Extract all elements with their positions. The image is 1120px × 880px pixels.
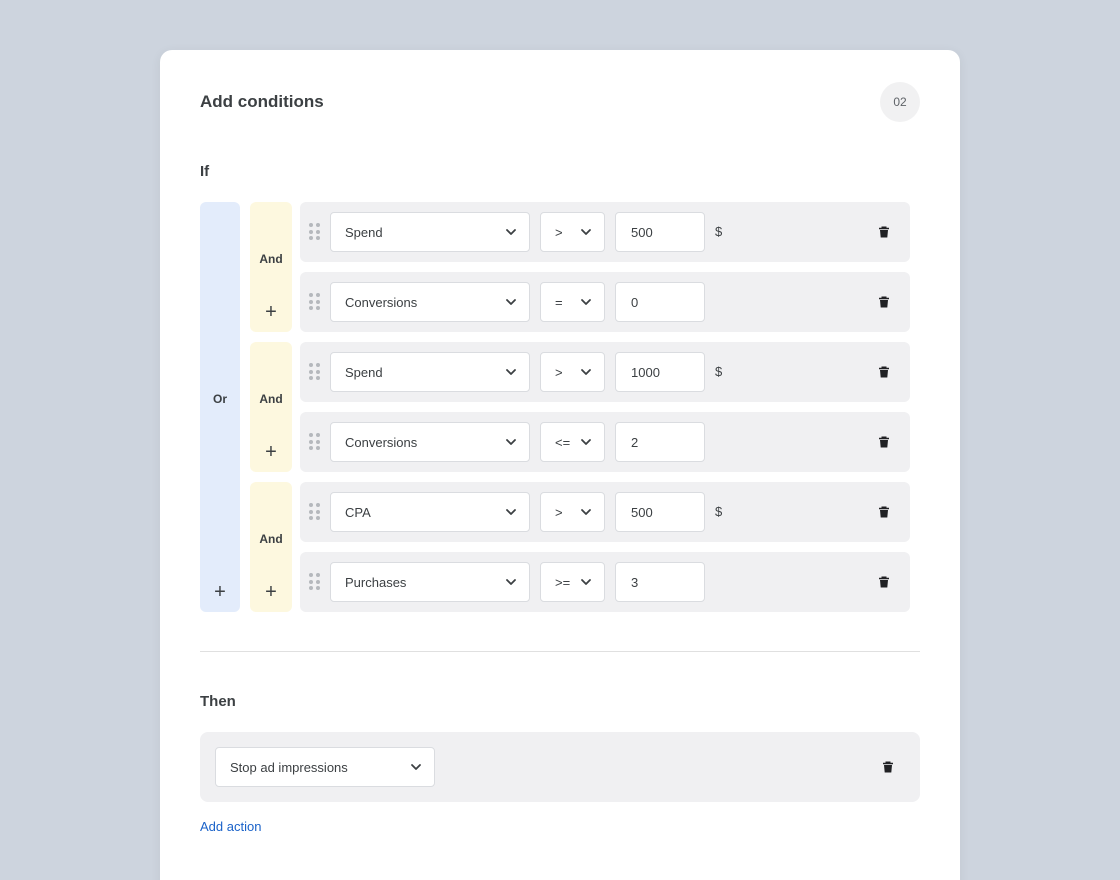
action-row: Stop ad impressions — [200, 732, 920, 802]
value-input[interactable]: 0 — [615, 282, 705, 322]
drag-handle-icon[interactable] — [309, 573, 321, 591]
value-input[interactable]: 500 — [615, 492, 705, 532]
action-select[interactable]: Stop ad impressions — [215, 747, 435, 787]
operator-select-value: >= — [555, 574, 571, 590]
chevron-down-icon — [581, 439, 591, 445]
value-input[interactable]: 1000 — [615, 352, 705, 392]
add-or-group-button[interactable]: + — [200, 582, 240, 602]
divider — [200, 651, 920, 652]
value-input-text: 1000 — [631, 364, 660, 380]
drag-handle-icon[interactable] — [309, 223, 321, 241]
metric-select-value: CPA — [345, 504, 371, 520]
condition-row: Conversions = 0 — [300, 272, 910, 332]
chevron-down-icon — [411, 764, 421, 770]
operator-select-value: > — [555, 224, 563, 240]
metric-select[interactable]: Conversions — [330, 282, 530, 322]
and-group: And + — [250, 202, 292, 332]
drag-handle-icon[interactable] — [309, 503, 321, 521]
value-input[interactable]: 2 — [615, 422, 705, 462]
conditions-card: Add conditions 02 If Or + And + Spend >500 $… — [160, 50, 960, 880]
operator-select-value: <= — [555, 434, 571, 450]
chevron-down-icon — [506, 579, 516, 585]
metric-select-value: Purchases — [345, 574, 407, 590]
unit-label: $ — [715, 224, 723, 239]
and-label: And — [259, 252, 283, 266]
unit-label: $ — [715, 504, 723, 519]
condition-row: CPA >500 $ — [300, 482, 910, 542]
metric-select[interactable]: Spend — [330, 352, 530, 392]
metric-select-value: Spend — [345, 224, 383, 240]
value-input-text: 3 — [631, 574, 639, 590]
or-label: Or — [212, 392, 227, 406]
operator-select-value: > — [555, 504, 563, 520]
and-group: And + — [250, 342, 292, 472]
or-group: Or + — [200, 202, 240, 612]
condition-row: Conversions <= 2 — [300, 412, 910, 472]
metric-select[interactable]: CPA — [330, 492, 530, 532]
drag-handle-icon[interactable] — [309, 363, 321, 381]
operator-select[interactable]: > — [540, 492, 605, 532]
chevron-down-icon — [581, 369, 591, 375]
metric-select[interactable]: Conversions — [330, 422, 530, 462]
action-select-value: Stop ad impressions — [230, 759, 348, 775]
chevron-down-icon — [581, 229, 591, 235]
then-label: Then — [200, 693, 236, 710]
step-badge: 02 — [880, 82, 920, 122]
trash-icon[interactable] — [877, 575, 891, 589]
operator-select[interactable]: = — [540, 282, 605, 322]
add-and-condition-button[interactable]: + — [250, 582, 292, 602]
condition-row: Spend >1000 $ — [300, 342, 910, 402]
drag-handle-icon[interactable] — [309, 293, 321, 311]
value-input[interactable]: 500 — [615, 212, 705, 252]
drag-handle-icon[interactable] — [309, 433, 321, 451]
trash-icon[interactable] — [881, 760, 895, 774]
trash-icon[interactable] — [877, 295, 891, 309]
chevron-down-icon — [581, 579, 591, 585]
chevron-down-icon — [506, 299, 516, 305]
value-input[interactable]: 3 — [615, 562, 705, 602]
operator-select-value: = — [555, 294, 563, 310]
chevron-down-icon — [581, 299, 591, 305]
value-input-text: 500 — [631, 504, 653, 520]
and-label: And — [259, 532, 283, 546]
unit-label: $ — [715, 364, 723, 379]
trash-icon[interactable] — [877, 365, 891, 379]
chevron-down-icon — [506, 369, 516, 375]
card-title: Add conditions — [200, 92, 324, 111]
metric-select[interactable]: Spend — [330, 212, 530, 252]
and-group: And + — [250, 482, 292, 612]
metric-select-value: Spend — [345, 364, 383, 380]
value-input-text: 0 — [631, 294, 639, 310]
chevron-down-icon — [506, 439, 516, 445]
operator-select-value: > — [555, 364, 563, 380]
operator-select[interactable]: > — [540, 212, 605, 252]
metric-select[interactable]: Purchases — [330, 562, 530, 602]
if-label: If — [200, 163, 210, 180]
value-input-text: 2 — [631, 434, 639, 450]
value-input-text: 500 — [631, 224, 653, 240]
trash-icon[interactable] — [877, 505, 891, 519]
metric-select-value: Conversions — [345, 294, 418, 310]
metric-select-value: Conversions — [345, 434, 418, 450]
chevron-down-icon — [506, 509, 516, 515]
operator-select[interactable]: <= — [540, 422, 605, 462]
add-action-link[interactable]: Add action — [200, 819, 261, 834]
chevron-down-icon — [581, 509, 591, 515]
trash-icon[interactable] — [877, 435, 891, 449]
add-and-condition-button[interactable]: + — [250, 442, 292, 462]
and-label: And — [259, 392, 283, 406]
chevron-down-icon — [506, 229, 516, 235]
condition-row: Spend >500 $ — [300, 202, 910, 262]
trash-icon[interactable] — [877, 225, 891, 239]
add-and-condition-button[interactable]: + — [250, 302, 292, 322]
operator-select[interactable]: >= — [540, 562, 605, 602]
condition-row: Purchases >= 3 — [300, 552, 910, 612]
operator-select[interactable]: > — [540, 352, 605, 392]
